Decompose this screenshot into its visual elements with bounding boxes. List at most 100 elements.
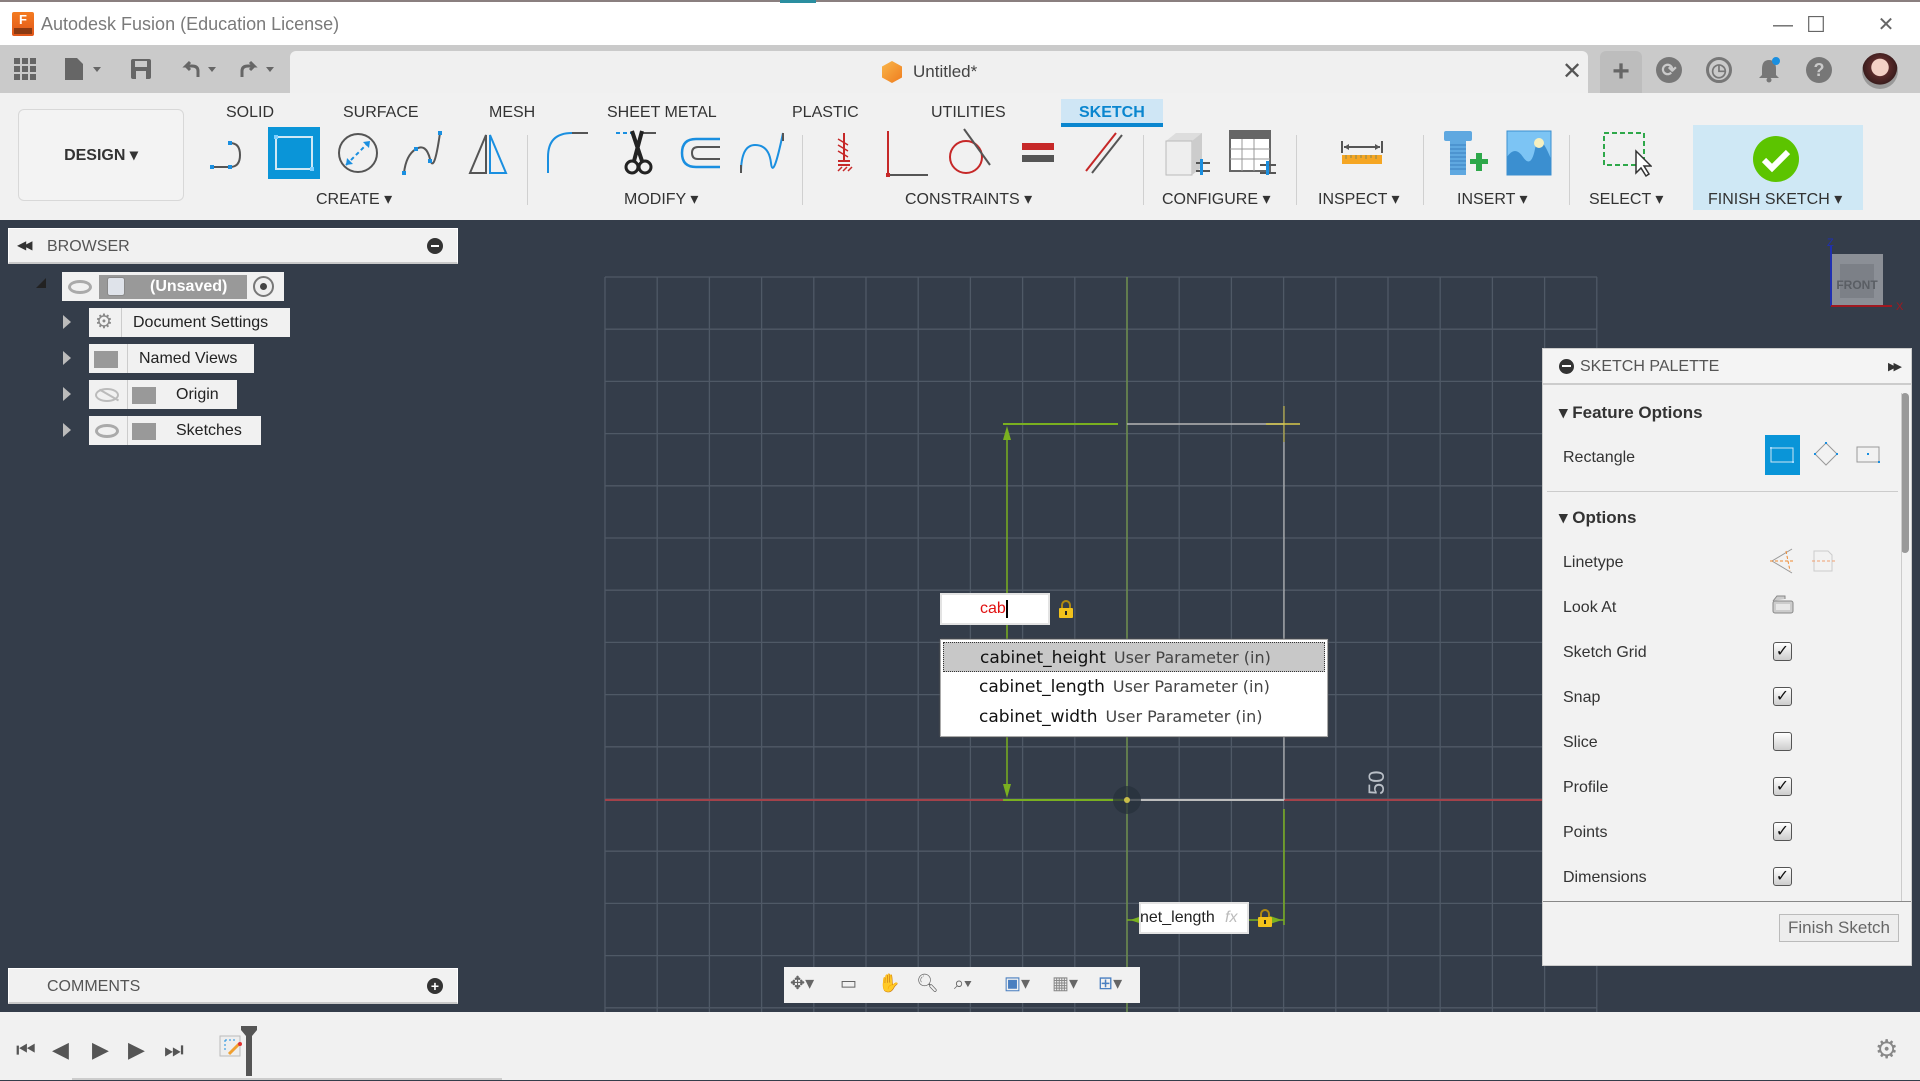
- three-point-rectangle-icon[interactable]: [1813, 437, 1839, 471]
- center-rectangle-icon[interactable]: [1855, 437, 1881, 471]
- slice-checkbox[interactable]: [1773, 732, 1792, 751]
- dimension-input[interactable]: cab: [940, 593, 1050, 625]
- user-avatar[interactable]: [1862, 53, 1898, 89]
- insert-mcmaster-bolt-icon[interactable]: [1440, 127, 1492, 179]
- tab-solid[interactable]: SOLID: [216, 99, 284, 127]
- autocomplete-item[interactable]: cabinet_width User Parameter (in): [941, 702, 1327, 732]
- create-menu[interactable]: CREATE ▾: [316, 189, 392, 209]
- constraints-menu[interactable]: CONSTRAINTS ▾: [905, 189, 1032, 209]
- lock-icon[interactable]: [1058, 600, 1074, 623]
- expand-origin-icon[interactable]: [63, 387, 71, 401]
- browser-item-named-views[interactable]: Named Views: [89, 344, 254, 373]
- look-at-icon[interactable]: [1771, 593, 1795, 615]
- notifications-icon[interactable]: [1757, 57, 1781, 83]
- close-window-button[interactable]: ✕: [1863, 10, 1909, 40]
- timeline-next-icon[interactable]: ▶: [128, 1037, 145, 1063]
- profile-checkbox[interactable]: ✓: [1773, 777, 1792, 796]
- modify-menu[interactable]: MODIFY ▾: [624, 189, 698, 209]
- rectangle-tool-icon[interactable]: [268, 127, 320, 179]
- line-tool-icon[interactable]: [204, 127, 256, 179]
- sketch-palette-header[interactable]: SKETCH PALETTE ▶▶: [1543, 349, 1911, 385]
- autocomplete-item[interactable]: cabinet_height User Parameter (in): [943, 642, 1325, 672]
- finish-sketch-label[interactable]: FINISH SKETCH ▾: [1708, 189, 1842, 209]
- grid-settings-icon[interactable]: ▦▾: [1052, 973, 1078, 994]
- eye-hidden-icon[interactable]: [95, 388, 120, 402]
- collapse-browser-icon[interactable]: ◀◀: [17, 238, 33, 252]
- tab-utilities[interactable]: UTILITIES: [921, 99, 1016, 127]
- offset-tool-icon[interactable]: [672, 127, 724, 179]
- two-point-rectangle-icon[interactable]: [1765, 435, 1800, 475]
- expand-sketches-icon[interactable]: [63, 423, 71, 437]
- spline-tool-icon[interactable]: [396, 127, 448, 179]
- palette-finish-sketch-button[interactable]: Finish Sketch: [1779, 914, 1899, 942]
- expand-named-views-icon[interactable]: [63, 351, 71, 365]
- add-comment-icon[interactable]: +: [427, 978, 443, 994]
- timeline-settings-gear-icon[interactable]: ⚙: [1875, 1034, 1898, 1065]
- expand-document-settings-icon[interactable]: [63, 315, 71, 329]
- new-tab-button[interactable]: +: [1600, 51, 1642, 93]
- palette-minimize-icon[interactable]: [1559, 359, 1574, 374]
- tab-mesh[interactable]: MESH: [479, 99, 545, 127]
- undo-icon[interactable]: [180, 57, 222, 81]
- select-window-icon[interactable]: [1600, 127, 1653, 179]
- length-dimension-input[interactable]: net_length fx: [1139, 902, 1249, 934]
- browser-item-document-settings[interactable]: ⚙ Document Settings: [89, 308, 290, 337]
- select-menu[interactable]: SELECT ▾: [1589, 189, 1663, 209]
- timeline-first-icon[interactable]: ⏮: [16, 1037, 36, 1063]
- circle-tool-icon[interactable]: [332, 127, 384, 179]
- look-at-nav-icon[interactable]: ▭: [840, 973, 857, 994]
- insert-menu[interactable]: INSERT ▾: [1457, 189, 1528, 209]
- equal-constraint-icon[interactable]: [1012, 127, 1064, 179]
- tangent-constraint-icon[interactable]: [942, 127, 994, 179]
- configure-menu[interactable]: CONFIGURE ▾: [1162, 189, 1270, 209]
- perpendicular-constraint-icon[interactable]: [880, 127, 932, 179]
- help-icon[interactable]: ?: [1806, 57, 1832, 83]
- timeline-last-icon[interactable]: ⏭: [164, 1037, 184, 1063]
- save-icon[interactable]: [130, 57, 152, 81]
- extensions-icon[interactable]: ⟳: [1656, 57, 1682, 83]
- snap-checkbox[interactable]: ✓: [1773, 687, 1792, 706]
- workspace-switcher-button[interactable]: DESIGN ▾: [18, 109, 184, 201]
- comments-panel-header[interactable]: COMMENTS +: [8, 968, 458, 1004]
- autocomplete-item[interactable]: cabinet_length User Parameter (in): [941, 672, 1327, 702]
- viewports-icon[interactable]: ⊞▾: [1098, 973, 1122, 994]
- change-parameters-icon[interactable]: [1160, 127, 1212, 179]
- lock-icon[interactable]: [1257, 909, 1273, 932]
- document-tab[interactable]: Untitled* ✕: [290, 51, 1588, 93]
- browser-item-sketches[interactable]: Sketches: [89, 416, 261, 445]
- root-expander-icon[interactable]: [36, 278, 46, 288]
- file-menu-icon[interactable]: [63, 57, 105, 81]
- configure-table-icon[interactable]: [1226, 127, 1278, 179]
- pan-icon[interactable]: ✋: [878, 973, 900, 994]
- browser-root-item[interactable]: (Unsaved): [62, 272, 284, 301]
- apps-grid-icon[interactable]: [13, 57, 37, 81]
- timeline-marker[interactable]: [240, 1026, 258, 1076]
- feature-options-section[interactable]: ▾ Feature Options: [1559, 403, 1703, 423]
- fit-icon[interactable]: ⌕▾: [954, 973, 972, 994]
- zoom-icon[interactable]: 🔍︎: [916, 973, 939, 994]
- centerline-linetype-icon[interactable]: [1810, 547, 1838, 575]
- display-settings-icon[interactable]: ▣▾: [1004, 973, 1030, 994]
- view-cube[interactable]: FRONT Z X: [1820, 236, 1920, 316]
- redo-icon[interactable]: [238, 57, 280, 81]
- browser-item-origin[interactable]: Origin: [89, 380, 237, 409]
- tab-sheet-metal[interactable]: SHEET METAL: [597, 99, 727, 127]
- expand-palette-icon[interactable]: ▶▶: [1888, 360, 1902, 373]
- browser-minimize-icon[interactable]: [427, 238, 443, 254]
- canvas-viewport[interactable]: 50 FRONT Z X ◀◀ BROWSER (Unsaved) ⚙ Docu…: [0, 220, 1920, 1012]
- fix-constraint-icon[interactable]: [818, 127, 870, 179]
- fillet-tool-icon[interactable]: [542, 127, 594, 179]
- orbit-icon[interactable]: ✥▾: [790, 973, 814, 994]
- close-tab-button[interactable]: ✕: [1562, 57, 1582, 86]
- tab-plastic[interactable]: PLASTIC: [782, 99, 869, 127]
- fx-icon[interactable]: fx: [1225, 904, 1237, 932]
- measure-icon[interactable]: [1336, 127, 1388, 179]
- inspect-menu[interactable]: INSPECT ▾: [1318, 189, 1400, 209]
- parallel-constraint-icon[interactable]: [1076, 127, 1128, 179]
- construction-linetype-icon[interactable]: [1768, 547, 1796, 575]
- tab-sketch[interactable]: SKETCH: [1061, 99, 1163, 127]
- insert-canvas-image-icon[interactable]: [1503, 127, 1555, 179]
- tab-surface[interactable]: SURFACE: [333, 99, 429, 127]
- options-section[interactable]: ▾ Options: [1559, 508, 1636, 528]
- eye-icon[interactable]: [95, 424, 119, 438]
